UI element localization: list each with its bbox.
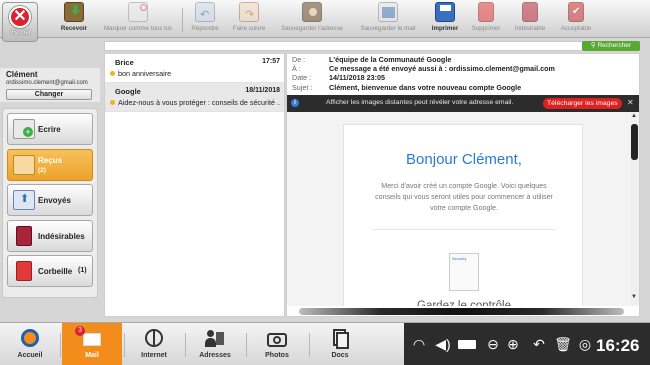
account-panel: Clément ordissimo.clement@gmail.com Chan… <box>0 68 100 102</box>
folder-nav: + Ecrire Reçus (2) ⬆ Envoyés Indésirable… <box>2 108 98 298</box>
close-icon: ✕ <box>9 6 31 28</box>
save-address-button[interactable]: Sauvegarder l'adresse <box>274 2 350 36</box>
message-list: Brice 17:57 bon anniversaire Google 18/1… <box>104 53 285 317</box>
info-icon: i <box>291 99 299 107</box>
scroll-down-icon[interactable]: ▼ <box>631 294 637 300</box>
vertical-scrollbar[interactable]: ▲ ▼ <box>630 112 639 306</box>
junk-button[interactable]: Indésirable <box>508 2 552 36</box>
mail-body: Bonjour Clément, Merci d'avoir créé un c… <box>287 112 630 314</box>
divider <box>372 229 556 230</box>
help-lifebuoy-icon[interactable]: ◎ <box>576 336 594 353</box>
camera-icon <box>266 329 288 349</box>
taskbar-home[interactable]: Accueil <box>0 323 60 365</box>
save-address-icon <box>302 2 322 22</box>
forward-button[interactable]: ↷ Faire suivre <box>228 2 270 36</box>
folder-sent[interactable]: ⬆ Envoyés <box>7 184 93 216</box>
taskbar-docs[interactable]: Docs <box>310 323 370 365</box>
mark-all-read-button[interactable]: Marquer comme tous lus <box>98 2 178 36</box>
trash-icon[interactable]: 🗑 <box>554 336 572 353</box>
change-account-button[interactable]: Changer <box>6 89 92 100</box>
trash-icon <box>478 2 494 22</box>
search-button[interactable]: ⚲ Rechercher <box>582 41 640 51</box>
unread-badge: 3 <box>75 326 85 336</box>
battery-icon <box>456 336 478 353</box>
scroll-up-icon[interactable]: ▲ <box>631 113 637 119</box>
reply-icon: ↶ <box>195 2 215 22</box>
taskbar-contacts[interactable]: Adresses <box>185 323 245 365</box>
toolbar: ✕ Fermer Recevoir Marquer comme tous lus… <box>0 0 650 42</box>
junk-folder-icon <box>16 225 32 246</box>
close-button[interactable]: ✕ Fermer <box>2 2 38 42</box>
inbox-icon <box>13 154 35 175</box>
download-images-button[interactable]: Télécharger les images <box>543 98 622 109</box>
save-mail-button[interactable]: Sauvegarder le mail <box>352 2 424 36</box>
globe-icon <box>143 329 165 349</box>
inbox-receive-icon <box>64 2 84 22</box>
search-input[interactable] <box>104 41 640 51</box>
plus-icon[interactable]: ⊕ <box>504 336 522 353</box>
welcome-paragraph: Merci d'avoir créé un compte Google. Voi… <box>375 182 553 212</box>
volume-icon[interactable]: ◀) <box>434 336 452 353</box>
receive-button[interactable]: Recevoir <box>56 2 92 36</box>
taskbar-internet[interactable]: Internet <box>124 323 184 365</box>
forward-icon: ↷ <box>239 2 259 22</box>
junk-icon <box>522 2 538 22</box>
printer-icon <box>435 2 455 22</box>
unread-dot-icon <box>110 100 115 105</box>
mail-card: Bonjour Clément, Merci d'avoir créé un c… <box>343 124 583 314</box>
system-tray: ◜◝ ◀) ⊖ ⊕ ↶ 🗑 ◎ 16:26 <box>404 323 650 365</box>
taskbar-photos[interactable]: Photos <box>247 323 307 365</box>
close-label: Fermer <box>11 30 31 36</box>
account-email: ordissimo.clement@gmail.com <box>6 80 88 86</box>
folder-junk[interactable]: Indésirables <box>7 219 93 252</box>
folder-inbox[interactable]: Reçus (2) <box>7 148 93 181</box>
home-icon <box>19 329 41 349</box>
wifi-icon[interactable]: ◜◝ <box>410 336 428 353</box>
list-item[interactable]: Brice 17:57 bon anniversaire <box>105 54 284 83</box>
taskbar-separator <box>60 333 61 357</box>
reply-button[interactable]: ↶ Répondre <box>186 2 224 36</box>
mark-all-read-icon <box>128 2 148 22</box>
folder-compose[interactable]: + Ecrire <box>7 113 93 145</box>
account-name: Clément <box>6 70 38 79</box>
close-icon[interactable]: ✕ <box>627 98 634 107</box>
security-image: Security <box>449 253 479 291</box>
scroll-thumb[interactable] <box>631 124 638 160</box>
message-preview: De : L'équipe de la Communauté Google À :… <box>286 53 640 317</box>
mail-app-window: ✕ Fermer Recevoir Marquer comme tous lus… <box>0 0 650 365</box>
toolbar-separator <box>182 8 183 32</box>
delete-button[interactable]: Supprimer <box>466 2 506 36</box>
compose-icon: + <box>13 119 35 139</box>
sent-icon: ⬆ <box>13 190 35 210</box>
horizontal-scrollbar[interactable] <box>287 306 639 316</box>
documents-icon <box>329 329 351 349</box>
folder-trash[interactable]: Corbeille (1) <box>7 255 93 287</box>
accept-button[interactable]: ✔ Acceptable <box>554 2 598 36</box>
mail-icon: 3 <box>75 326 103 349</box>
contacts-icon <box>204 329 226 349</box>
scroll-thumb[interactable] <box>299 308 624 315</box>
remote-images-warning: i Afficher les images distantes peut rév… <box>287 95 639 112</box>
save-mail-icon <box>378 2 398 22</box>
trash-folder-icon <box>16 261 32 281</box>
clock: 16:26 <box>596 336 640 355</box>
accept-icon: ✔ <box>568 2 584 22</box>
taskbar: Accueil 3 Mail Internet Adresses Photos … <box>0 322 650 365</box>
unread-dot-icon <box>110 71 115 76</box>
minus-icon[interactable]: ⊖ <box>484 336 502 353</box>
print-button[interactable]: Imprimer <box>428 2 462 36</box>
list-item[interactable]: Google 18/11/2018 Aidez-nous à vous prot… <box>105 83 284 112</box>
greeting-heading: Bonjour Clément, <box>406 151 522 168</box>
undo-icon[interactable]: ↶ <box>530 336 548 353</box>
taskbar-mail[interactable]: 3 Mail <box>62 323 122 365</box>
